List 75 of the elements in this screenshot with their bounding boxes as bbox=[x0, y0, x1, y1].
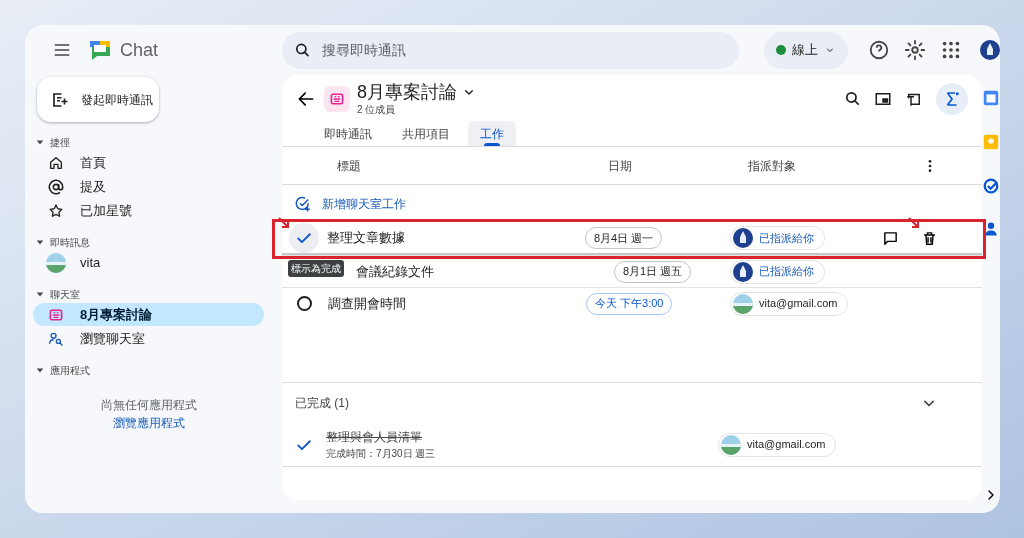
completed-task-row[interactable]: 整理與會人員清單 完成時間：7月30日 週三 vita@gmail.com bbox=[282, 423, 982, 467]
delete-button[interactable] bbox=[921, 229, 938, 247]
section-header[interactable]: 應用程式 bbox=[33, 362, 264, 378]
section-header[interactable]: 捷徑 bbox=[33, 134, 264, 150]
apps-button[interactable] bbox=[940, 39, 962, 61]
assignee-avatar bbox=[733, 293, 753, 314]
search-input[interactable]: 搜尋即時通訊 bbox=[322, 39, 727, 61]
member-count: 2 位成員 bbox=[357, 103, 397, 116]
room-title[interactable]: 8月專案討論 bbox=[357, 81, 477, 104]
sidebar-item[interactable]: 首頁 bbox=[33, 151, 264, 174]
sidebar-item[interactable]: vita bbox=[33, 251, 264, 274]
new-chat-button[interactable]: 發起即時通訊 bbox=[37, 77, 159, 122]
complete-button[interactable] bbox=[289, 223, 319, 253]
task-title: 調查開會時間 bbox=[328, 294, 407, 313]
tab[interactable]: 工作 bbox=[468, 121, 516, 146]
delete-icon bbox=[921, 229, 938, 247]
status-button[interactable]: 線上 bbox=[764, 31, 848, 69]
add-task-button[interactable]: 新增聊天室工作 bbox=[282, 185, 982, 223]
search-field[interactable]: 搜尋即時通訊 bbox=[281, 31, 739, 69]
contact-avatar bbox=[46, 252, 66, 273]
add-task-icon bbox=[294, 195, 312, 213]
star-icon bbox=[48, 202, 64, 219]
room-icon bbox=[48, 306, 64, 323]
home-icon bbox=[48, 154, 64, 171]
pointer-arrow bbox=[908, 217, 922, 231]
app-name: Chat bbox=[120, 38, 159, 62]
help-button[interactable] bbox=[868, 39, 890, 61]
tab[interactable]: 即時通訊 bbox=[312, 121, 384, 146]
search-button[interactable] bbox=[844, 90, 861, 107]
section-header[interactable]: 聊天室 bbox=[33, 286, 264, 302]
person-icon bbox=[983, 221, 999, 237]
empty-apps-text: 尚無任何應用程式 bbox=[100, 397, 197, 414]
search-icon bbox=[844, 90, 861, 107]
account-button[interactable] bbox=[980, 40, 1000, 60]
sidebar-item[interactable]: 提及 bbox=[33, 175, 264, 198]
section-header[interactable]: 即時訊息 bbox=[33, 234, 264, 250]
contacts-button[interactable] bbox=[983, 221, 999, 237]
assignee-avatar bbox=[721, 434, 741, 455]
sidebar-item[interactable]: 8月專案討論 bbox=[33, 303, 264, 326]
settings-button[interactable] bbox=[904, 39, 926, 61]
tasks-app-button[interactable] bbox=[982, 177, 1000, 195]
tasks-button[interactable] bbox=[936, 82, 968, 115]
task-row[interactable]: 調查開會時間 今天 下午3:00 vita@gmail.com bbox=[282, 287, 982, 319]
settings-icon bbox=[904, 39, 926, 61]
new-chat-icon bbox=[51, 90, 69, 109]
sidebar-item[interactable]: 已加星號 bbox=[33, 199, 264, 222]
task-title: 會議紀錄文件 bbox=[356, 262, 435, 281]
column-header: 指派對象 bbox=[748, 157, 796, 175]
account-avatar bbox=[980, 40, 1000, 60]
check-circle-icon bbox=[982, 177, 1000, 195]
task-row[interactable]: 整理文章數據 8月4日 週一 已指派給你 bbox=[282, 223, 982, 255]
column-header: 標題 bbox=[337, 157, 362, 175]
comment-button[interactable] bbox=[882, 229, 899, 247]
people-search-icon bbox=[48, 330, 64, 347]
logo-icon bbox=[88, 38, 112, 62]
task-title: 整理與會人員清單 bbox=[326, 429, 423, 446]
calendar-button[interactable] bbox=[982, 89, 1000, 107]
completed-header: 已完成 (1) bbox=[295, 395, 349, 412]
help-icon bbox=[868, 39, 890, 61]
tab[interactable]: 共用項目 bbox=[390, 121, 462, 146]
at-icon bbox=[48, 178, 64, 195]
search-icon bbox=[293, 41, 311, 59]
completion-time: 完成時間：7月30日 週三 bbox=[326, 447, 436, 461]
room-icon bbox=[329, 90, 345, 107]
comment-icon bbox=[882, 229, 899, 247]
assignee-avatar bbox=[733, 261, 753, 282]
column-header: 日期 bbox=[608, 157, 633, 175]
mark-complete-tooltip: 標示為完成 bbox=[288, 260, 344, 277]
task-title: 整理文章數據 bbox=[327, 229, 406, 248]
pointer-arrow bbox=[278, 217, 292, 231]
sidebar-item[interactable]: 瀏覽聊天室 bbox=[33, 327, 264, 350]
browse-apps-link[interactable]: 瀏覽應用程式 bbox=[112, 414, 185, 432]
apps-grid-icon bbox=[940, 39, 962, 61]
tab-indicator bbox=[484, 143, 500, 146]
assignee-avatar bbox=[733, 228, 753, 248]
